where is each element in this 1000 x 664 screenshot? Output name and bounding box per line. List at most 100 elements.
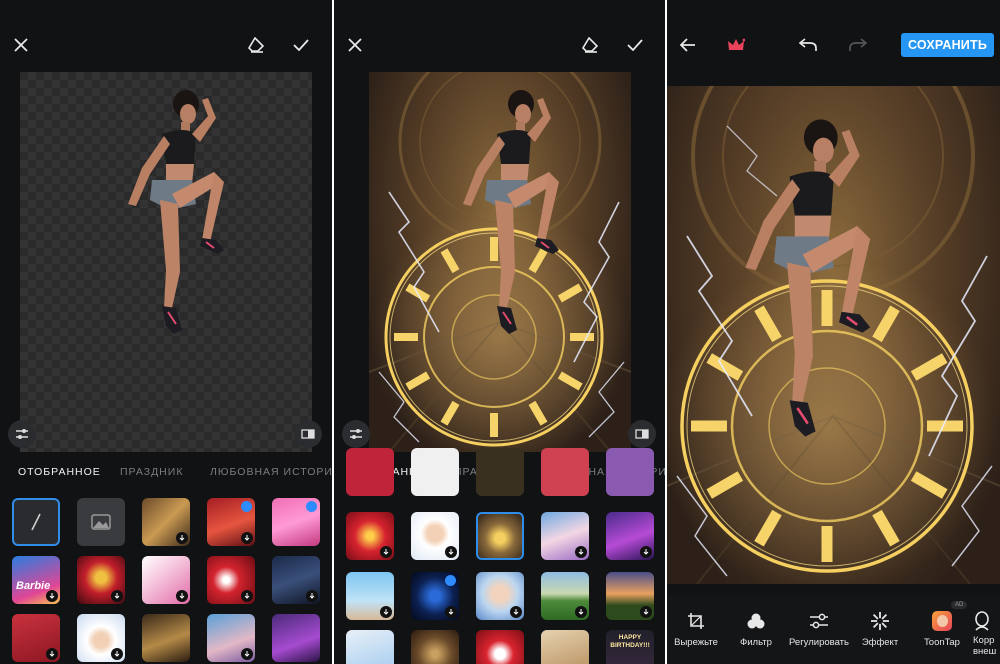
template-thumb[interactable] <box>541 630 589 664</box>
template-thumb[interactable] <box>346 630 394 664</box>
template-thumb[interactable] <box>346 448 394 496</box>
template-thumb[interactable] <box>606 448 654 496</box>
no-background-thumb[interactable] <box>12 498 60 546</box>
template-thumb[interactable] <box>606 512 654 560</box>
eraser-icon[interactable] <box>579 34 601 56</box>
appearance-icon <box>973 611 991 631</box>
filter-icon <box>746 611 766 631</box>
category-tabs: ОТОБРАННОЕ ПРАЗДНИК ЛЮБОВНАЯ ИСТОРИЯ <box>0 458 332 488</box>
tool-label: ToonTap <box>924 637 960 648</box>
template-thumb[interactable] <box>346 572 394 620</box>
tool-adjust[interactable]: Регулировать <box>787 595 851 664</box>
play-badge-icon <box>241 501 252 512</box>
template-thumb[interactable] <box>541 448 589 496</box>
background-grid: HAPPY BIRTHDAY!!! <box>334 448 665 664</box>
template-thumb[interactable] <box>606 572 654 620</box>
gallery-thumb[interactable] <box>77 498 125 546</box>
template-thumb[interactable] <box>12 614 60 662</box>
tool-label: Регулировать <box>789 637 849 648</box>
template-thumb[interactable] <box>272 556 320 604</box>
download-icon <box>241 532 253 544</box>
tool-crop[interactable]: Вырежьте <box>671 595 721 664</box>
play-badge-icon <box>445 575 456 586</box>
close-icon[interactable] <box>344 34 366 56</box>
template-thumb[interactable] <box>411 630 459 664</box>
close-icon[interactable] <box>10 34 32 56</box>
template-thumb[interactable] <box>541 572 589 620</box>
template-thumb[interactable] <box>476 448 524 496</box>
template-thumb[interactable] <box>346 512 394 560</box>
download-icon <box>575 546 587 558</box>
tool-appearance[interactable]: Корр внеш <box>973 595 1000 664</box>
woman-figure-image <box>128 90 224 334</box>
download-icon <box>176 590 188 602</box>
thumb-caption: HAPPY BIRTHDAY!!! <box>610 634 650 649</box>
tool-filter[interactable]: Фильтр <box>731 595 781 664</box>
crop-icon <box>687 611 705 631</box>
tool-label: Корр внеш <box>973 635 997 657</box>
background-grid: Barbie <box>0 488 332 664</box>
compare-icon[interactable] <box>628 420 656 448</box>
template-thumb[interactable] <box>207 614 255 662</box>
save-button[interactable]: СОХРАНИТЬ <box>901 33 994 57</box>
editor-panel-background: ОТОБРАННОЕ ПРАЗДНИК ЛЮБОВНАЯ ИСТОРИЯ HAP… <box>334 0 665 664</box>
clock-numeral-mark <box>691 420 727 432</box>
adjust-sliders-button[interactable] <box>342 420 370 448</box>
template-thumb[interactable] <box>77 556 125 604</box>
template-thumb[interactable] <box>541 512 589 560</box>
download-icon <box>111 590 123 602</box>
clock-background-image <box>369 72 631 452</box>
toontap-app-icon <box>932 611 952 631</box>
editor-panel-final: СОХРАНИТЬ Вырежьте Фильтр Регулировать Э… <box>667 0 1000 664</box>
template-thumb[interactable] <box>77 614 125 662</box>
download-icon <box>241 648 253 660</box>
crown-premium-icon[interactable] <box>725 34 747 56</box>
template-thumb[interactable] <box>142 556 190 604</box>
clock-numeral-mark <box>490 237 498 261</box>
effect-icon <box>870 611 890 631</box>
undo-icon[interactable] <box>797 34 819 56</box>
template-thumb[interactable] <box>272 614 320 662</box>
eraser-icon[interactable] <box>245 34 267 56</box>
template-thumb[interactable] <box>411 572 459 620</box>
tab-love-story[interactable]: ЛЮБОВНАЯ ИСТОРИЯ <box>210 466 332 478</box>
tool-label: Фильтр <box>740 637 772 648</box>
tab-holiday[interactable]: ПРАЗДНИК <box>120 466 183 478</box>
final-image-canvas[interactable] <box>667 86 1000 584</box>
template-thumb[interactable] <box>207 498 255 546</box>
compare-icon[interactable] <box>294 420 322 448</box>
cutout-canvas[interactable] <box>20 72 312 452</box>
ad-badge: AD <box>951 601 968 609</box>
redo-icon[interactable] <box>847 34 869 56</box>
template-thumb[interactable] <box>476 572 524 620</box>
tab-featured[interactable]: ОТОБРАННОЕ <box>18 466 101 478</box>
tool-effect[interactable]: Эффект <box>855 595 905 664</box>
back-arrow-icon[interactable] <box>677 34 699 56</box>
download-icon <box>46 648 58 660</box>
play-badge-icon <box>306 501 317 512</box>
template-thumb[interactable] <box>411 448 459 496</box>
top-bar: СОХРАНИТЬ <box>667 0 1000 90</box>
clock-numeral-mark <box>821 290 833 326</box>
template-thumb[interactable]: Barbie <box>12 556 60 604</box>
download-icon <box>380 606 392 618</box>
check-icon[interactable] <box>624 34 646 56</box>
final-composite-image <box>667 86 1000 584</box>
download-icon <box>46 590 58 602</box>
clock-numeral-mark <box>490 413 498 437</box>
selected-template-thumb[interactable] <box>476 512 524 560</box>
composite-canvas[interactable] <box>369 72 631 452</box>
template-thumb[interactable] <box>142 498 190 546</box>
template-thumb[interactable] <box>476 630 524 664</box>
editor-panel-cutout: ОТОБРАННОЕ ПРАЗДНИК ЛЮБОВНАЯ ИСТОРИЯ Bar… <box>0 0 332 664</box>
template-thumb[interactable] <box>142 614 190 662</box>
adjust-sliders-button[interactable] <box>8 420 36 448</box>
template-thumb[interactable] <box>207 556 255 604</box>
template-thumb[interactable] <box>411 512 459 560</box>
check-icon[interactable] <box>290 34 312 56</box>
download-icon <box>445 546 457 558</box>
template-thumb[interactable] <box>272 498 320 546</box>
template-thumb[interactable]: HAPPY BIRTHDAY!!! <box>606 630 654 664</box>
tool-toontap[interactable]: ToonTap AD <box>917 595 968 664</box>
clock-numeral-mark <box>570 333 594 341</box>
